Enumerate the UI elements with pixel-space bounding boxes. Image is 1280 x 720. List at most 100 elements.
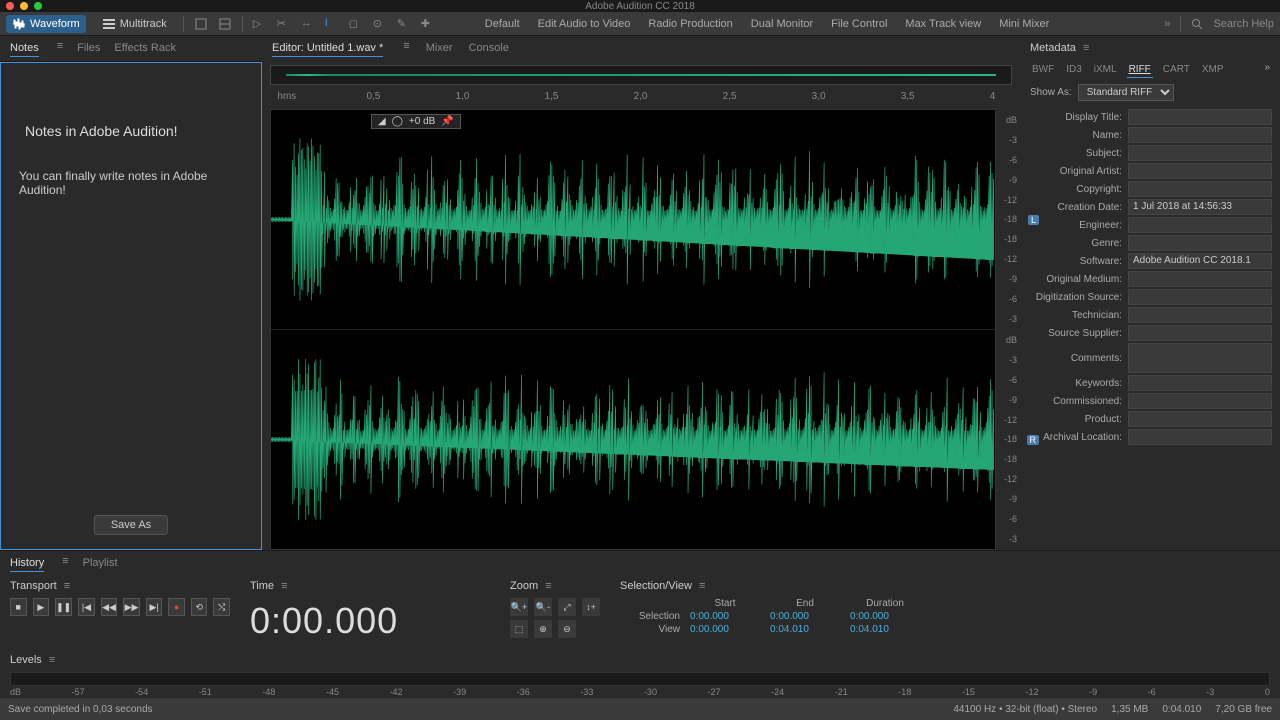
volume-icon[interactable]: ◢ xyxy=(378,116,386,127)
metadata-value-input[interactable] xyxy=(1128,343,1272,373)
timeline-ruler[interactable]: hms0,51,01,52,02,53,03,54 xyxy=(270,89,1012,109)
sv-value[interactable]: 0:00.000 xyxy=(690,624,760,635)
heal-tool-icon[interactable]: ✚ xyxy=(421,17,435,31)
sv-value[interactable]: 0:00.000 xyxy=(770,611,840,622)
search-help-label[interactable]: Search Help xyxy=(1213,18,1274,30)
skip-selection-button[interactable]: ⤭ xyxy=(213,598,230,616)
zoom-in-h-button[interactable]: 🔍+ xyxy=(510,598,528,616)
editor-menu-icon[interactable]: ≡ xyxy=(403,40,409,57)
tab-history[interactable]: History xyxy=(10,555,44,572)
workspace-file-control[interactable]: File Control xyxy=(831,18,887,30)
loop-button[interactable]: ⟲ xyxy=(191,598,208,616)
lasso-tool-icon[interactable]: ⊙ xyxy=(373,17,387,31)
pause-button[interactable]: ❚❚ xyxy=(55,598,72,616)
sv-value[interactable]: 0:04.010 xyxy=(850,624,920,635)
metadata-value-input[interactable] xyxy=(1128,109,1272,125)
zoom-in-point-button[interactable]: ⊕ xyxy=(534,620,552,638)
forward-button[interactable]: ▶▶ xyxy=(123,598,140,616)
metadata-tab-ixml[interactable]: iXML xyxy=(1092,62,1119,78)
metadata-value-input[interactable] xyxy=(1128,163,1272,179)
selview-menu-icon[interactable]: ≡ xyxy=(699,580,705,592)
metadata-value-input[interactable] xyxy=(1128,181,1272,197)
workspace-mini-mixer[interactable]: Mini Mixer xyxy=(999,18,1049,30)
tab-effects-rack[interactable]: Effects Rack xyxy=(114,40,176,57)
metadata-value-input[interactable] xyxy=(1128,145,1272,161)
transport-menu-icon[interactable]: ≡ xyxy=(64,580,70,592)
metadata-value-input[interactable] xyxy=(1128,271,1272,287)
workspace-radio-production[interactable]: Radio Production xyxy=(648,18,732,30)
sv-value[interactable]: 0:04.010 xyxy=(770,624,840,635)
stop-button[interactable]: ■ xyxy=(10,598,27,616)
save-as-button[interactable]: Save As xyxy=(94,515,168,535)
marquee-tool-icon[interactable]: ◻ xyxy=(349,17,363,31)
level-meter[interactable] xyxy=(10,672,1270,686)
zoom-out-point-button[interactable]: ⊖ xyxy=(558,620,576,638)
razor-tool-icon[interactable]: ✂ xyxy=(277,17,291,31)
history-menu-icon[interactable]: ≡ xyxy=(62,555,68,572)
zoom-menu-icon[interactable]: ≡ xyxy=(545,580,551,592)
metadata-value-input[interactable]: Adobe Audition CC 2018.1 xyxy=(1128,253,1272,269)
tab-mixer[interactable]: Mixer xyxy=(426,40,453,57)
metadata-value-input[interactable] xyxy=(1128,289,1272,305)
metadata-tab-cart[interactable]: CART xyxy=(1161,62,1192,78)
pin-icon[interactable]: 📌 xyxy=(441,116,453,127)
rewind-button[interactable]: ◀◀ xyxy=(101,598,118,616)
levels-menu-icon[interactable]: ≡ xyxy=(49,654,55,666)
zoom-selection-button[interactable]: ⬚ xyxy=(510,620,528,638)
workspace-max-track-view[interactable]: Max Track view xyxy=(905,18,981,30)
metadata-value-input[interactable] xyxy=(1128,429,1272,445)
time-selection-tool-icon[interactable]: I xyxy=(325,17,339,31)
search-icon[interactable] xyxy=(1191,18,1203,30)
metadata-value-input[interactable] xyxy=(1128,411,1272,427)
tab-files[interactable]: Files xyxy=(77,40,100,57)
record-button[interactable]: ● xyxy=(168,598,185,616)
multitrack-mode-button[interactable]: Multitrack xyxy=(96,15,173,33)
play-button[interactable]: ▶ xyxy=(33,598,50,616)
slip-tool-icon[interactable]: ↔ xyxy=(301,17,315,31)
notes-menu-icon[interactable]: ≡ xyxy=(57,40,63,57)
metadata-value-input[interactable]: 1 Jul 2018 at 14:56:33 xyxy=(1128,199,1272,215)
skip-forward-button[interactable]: ▶| xyxy=(146,598,163,616)
skip-back-button[interactable]: |◀ xyxy=(78,598,95,616)
notes-body-text[interactable]: You can finally write notes in Adobe Aud… xyxy=(19,169,247,197)
tab-notes[interactable]: Notes xyxy=(10,40,39,57)
metadata-value-input[interactable] xyxy=(1128,325,1272,341)
overflow-icon[interactable]: » xyxy=(1164,18,1170,30)
metadata-value-input[interactable] xyxy=(1128,217,1272,233)
waveform-overview[interactable] xyxy=(270,65,1012,85)
metadata-tab-id3[interactable]: ID3 xyxy=(1064,62,1084,78)
waveform-display[interactable]: ◢ ◯ +0 dB 📌 dB-3-6-9-12-18-18-12-9-6-3 L… xyxy=(270,109,996,550)
tab-playlist[interactable]: Playlist xyxy=(83,555,118,572)
zoom-out-full-button[interactable]: ⤢ xyxy=(558,598,576,616)
brush-tool-icon[interactable]: ✎ xyxy=(397,17,411,31)
sv-value[interactable]: 0:00.000 xyxy=(850,611,920,622)
hud-knob-icon[interactable]: ◯ xyxy=(392,116,403,127)
workspace-edit-audio-to-video[interactable]: Edit Audio to Video xyxy=(538,18,631,30)
hud-overlay[interactable]: ◢ ◯ +0 dB 📌 xyxy=(371,114,461,129)
metadata-value-input[interactable] xyxy=(1128,393,1272,409)
show-as-select[interactable]: Standard RIFF xyxy=(1078,84,1174,101)
metadata-value-input[interactable] xyxy=(1128,375,1272,391)
spectral-frequency-icon[interactable] xyxy=(194,17,208,31)
time-menu-icon[interactable]: ≡ xyxy=(281,580,287,592)
metadata-tab-bwf[interactable]: BWF xyxy=(1030,62,1056,78)
zoom-in-v-button[interactable]: ↕+ xyxy=(582,598,600,616)
minimize-window-button[interactable] xyxy=(20,2,28,10)
tab-editor-file[interactable]: Editor: Untitled 1.wav * xyxy=(272,40,383,57)
waveform-mode-button[interactable]: Waveform xyxy=(6,15,86,33)
zoom-out-h-button[interactable]: 🔍- xyxy=(534,598,552,616)
zoom-window-button[interactable] xyxy=(34,2,42,10)
metadata-value-input[interactable] xyxy=(1128,307,1272,323)
metadata-value-input[interactable] xyxy=(1128,127,1272,143)
metadata-tab-riff[interactable]: RIFF xyxy=(1127,62,1153,78)
metadata-tabs-overflow-icon[interactable]: » xyxy=(1264,62,1270,78)
metadata-value-input[interactable] xyxy=(1128,235,1272,251)
tab-console[interactable]: Console xyxy=(469,40,509,57)
move-tool-icon[interactable]: ▷ xyxy=(253,17,267,31)
metadata-tab-xmp[interactable]: XMP xyxy=(1200,62,1226,78)
workspace-dual-monitor[interactable]: Dual Monitor xyxy=(751,18,813,30)
metadata-menu-icon[interactable]: ≡ xyxy=(1083,42,1089,54)
time-display[interactable]: 0:00.000 xyxy=(250,600,490,642)
close-window-button[interactable] xyxy=(6,2,14,10)
sv-value[interactable]: 0:00.000 xyxy=(690,611,760,622)
